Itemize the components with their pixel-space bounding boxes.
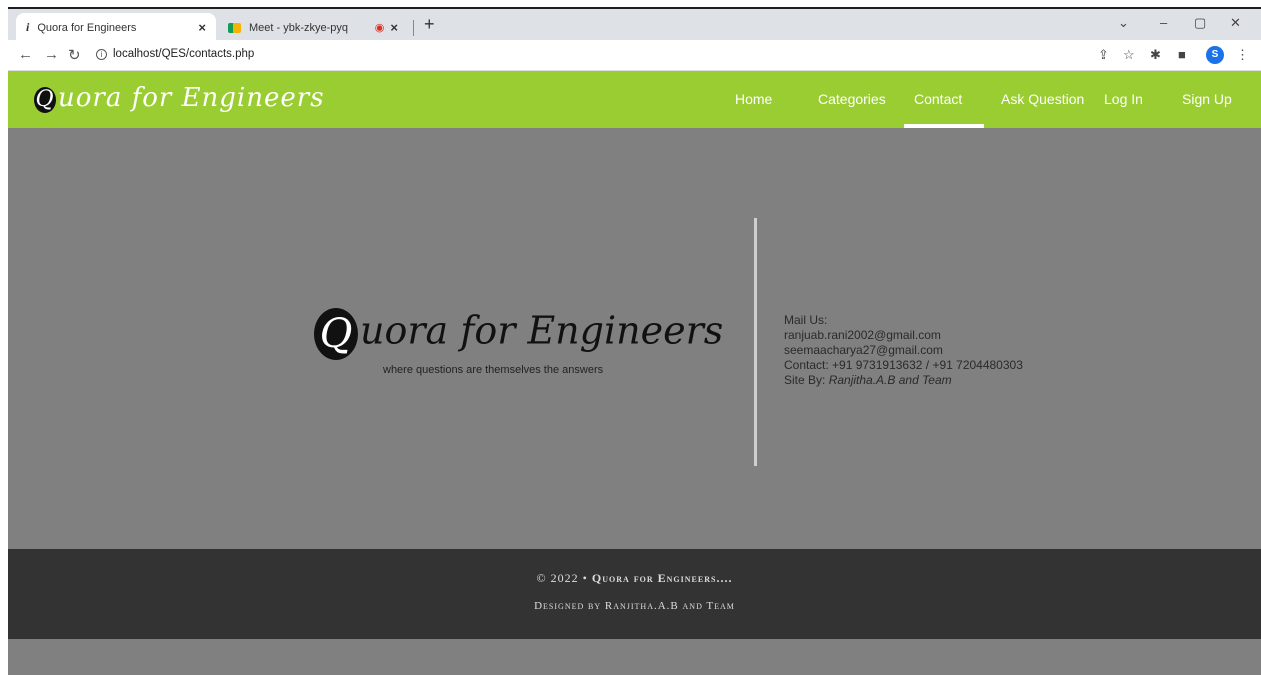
brand-text: uora for Engineers [360, 308, 724, 353]
brand-logo: Quora for Engineers [314, 308, 723, 360]
restore-icon[interactable]: ▢ [1194, 15, 1206, 31]
browser-toolbar: ← → ↻ i localhost/QES/contacts.php ⇪ ☆ ✱ … [8, 40, 1261, 71]
tab-meet[interactable]: Meet - ybk-zkye-pyq ◉ × [218, 13, 408, 42]
meet-favicon-icon [228, 22, 241, 33]
footer-copyright: © 2022 • Quora for Engineers.... [8, 571, 1261, 586]
site-logo[interactable]: Quora for Engineers [34, 83, 325, 113]
recording-icon: ◉ [374, 22, 385, 34]
url-text: localhost/QES/contacts.php [113, 48, 255, 60]
nav-signup[interactable]: Sign Up [1182, 91, 1232, 107]
mail-label: Mail Us: [784, 313, 828, 327]
share-icon[interactable]: ⇪ [1098, 47, 1109, 63]
site-by-label: Site By: [784, 373, 829, 387]
site-by-value: Ranjitha.A.B and Team [828, 373, 952, 387]
forward-icon[interactable]: → [44, 46, 59, 63]
nav-home[interactable]: Home [735, 91, 772, 107]
nav-categories[interactable]: Categories [818, 91, 886, 107]
address-bar[interactable]: i localhost/QES/contacts.php [96, 48, 254, 60]
page-bottom [8, 639, 1261, 675]
email-link-1[interactable]: ranjuab.rani2002@gmail.com [784, 328, 1023, 343]
reload-icon[interactable]: ↻ [68, 46, 81, 64]
menu-icon[interactable]: ⋮ [1236, 47, 1249, 63]
site-header: Quora for Engineers Home Categories Cont… [8, 71, 1261, 128]
vertical-divider [754, 218, 757, 466]
sidepanel-icon[interactable]: ■ [1178, 47, 1186, 62]
contact-section: Quora for Engineers where questions are … [8, 128, 1261, 549]
logo-text: uora for Engineers [58, 83, 325, 113]
site-by: Site By: Ranjitha.A.B and Team [784, 373, 1023, 388]
info-icon[interactable]: i [96, 49, 107, 60]
nav-login[interactable]: Log In [1104, 91, 1143, 107]
quora-favicon-icon: i [26, 20, 30, 34]
site-footer: © 2022 • Quora for Engineers.... Designe… [8, 549, 1261, 639]
back-icon[interactable]: ← [18, 46, 33, 63]
tagline: where questions are themselves the answe… [383, 364, 604, 376]
new-tab-button[interactable]: + [424, 14, 435, 35]
logo-q-icon: Q [34, 87, 56, 113]
email-link-2[interactable]: seemaacharya27@gmail.com [784, 343, 1023, 358]
tab-close-icon[interactable]: × [198, 20, 206, 35]
contact-phone: Contact: +91 9731913632 / +91 7204480303 [784, 358, 1023, 372]
footer-credit: Designed by Ranjitha.A.B and Team [534, 600, 735, 612]
tab-close-icon[interactable]: × [390, 20, 398, 35]
footer-copyright-prefix: © 2022 • [536, 571, 592, 585]
profile-avatar[interactable]: S [1206, 46, 1224, 64]
star-icon[interactable]: ☆ [1123, 47, 1135, 63]
tab-title: Meet - ybk-zkye-pyq [249, 21, 349, 34]
browser-tab-bar: i Quora for Engineers × Meet - ybk-zkye-… [8, 7, 1261, 42]
footer-site-name: Quora for Engineers.... [591, 571, 733, 585]
close-window-icon[interactable]: ✕ [1230, 15, 1241, 31]
tab-quora[interactable]: i Quora for Engineers × [16, 13, 216, 42]
nav-contact[interactable]: Contact [914, 91, 962, 107]
nav-ask-question[interactable]: Ask Question [1001, 91, 1084, 107]
minimize-icon[interactable]: – [1160, 15, 1167, 30]
contact-info: Mail Us: ranjuab.rani2002@gmail.com seem… [784, 313, 1023, 388]
tab-search-icon[interactable]: ⌄ [1118, 15, 1129, 31]
brand-q-icon: Q [314, 308, 358, 360]
extensions-icon[interactable]: ✱ [1150, 47, 1161, 63]
tab-title: Quora for Engineers [37, 21, 137, 34]
tab-separator [413, 20, 414, 36]
